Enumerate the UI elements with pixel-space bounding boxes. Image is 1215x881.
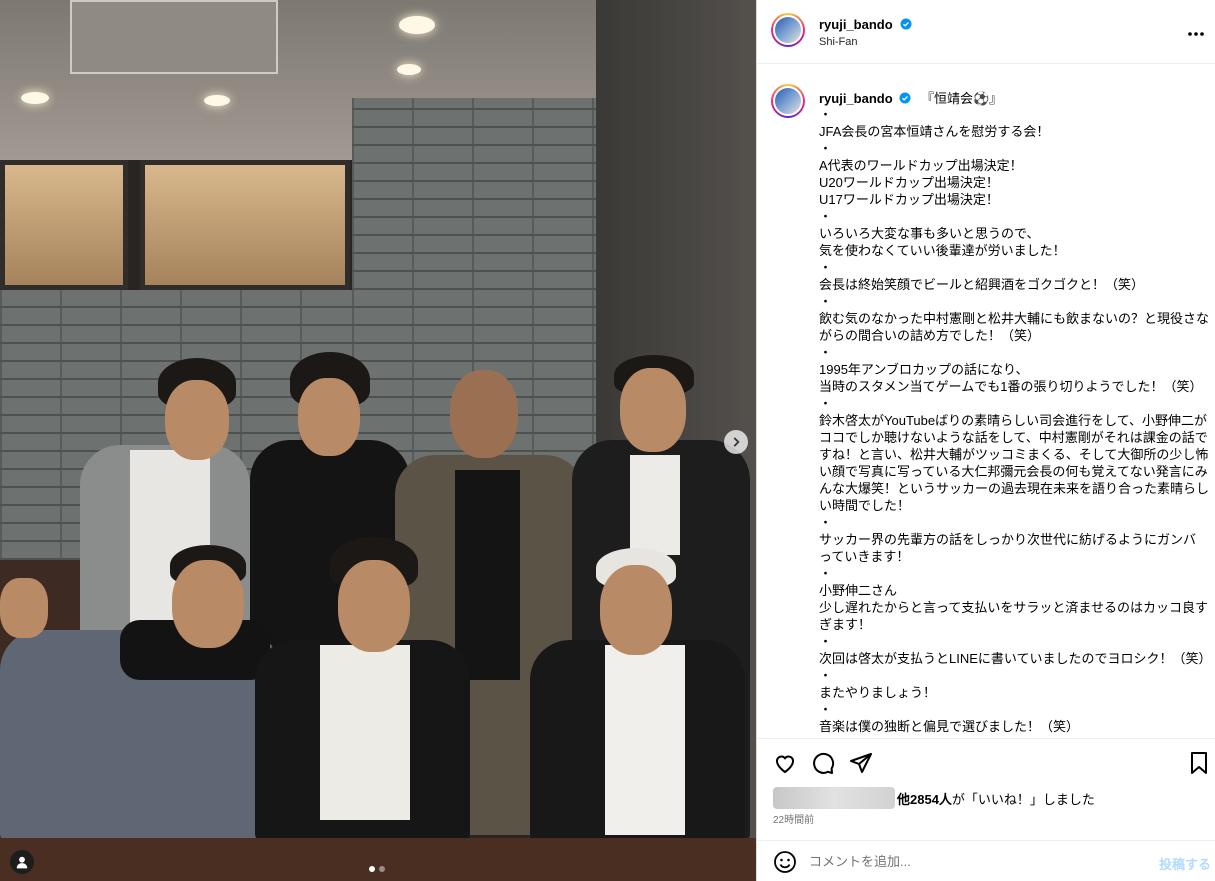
ceiling-light	[21, 92, 49, 104]
action-bar	[757, 738, 1215, 786]
caption-line: ・	[819, 566, 833, 581]
carousel-next-button[interactable]	[724, 430, 748, 454]
chevron-right-icon	[733, 437, 740, 447]
post-photo[interactable]	[0, 0, 756, 881]
window	[140, 160, 350, 290]
carousel-dot	[379, 866, 385, 872]
caption-line: ・	[819, 141, 833, 156]
caption-area: ryuji_bando 『恒靖会⚽』 ・ JFA会長の宮本恒靖さんを慰労する会！・…	[757, 64, 1215, 738]
ceiling-vent	[70, 0, 278, 74]
caption-line: 1995年アンブロカップの話になり、	[819, 362, 1029, 377]
likes-suffix: が「いいね！」しました	[951, 791, 1095, 807]
caption-title: 『恒靖会⚽』	[920, 91, 1003, 106]
carousel-dot	[369, 866, 375, 872]
verified-badge-icon	[900, 18, 912, 30]
header-username-row: ryuji_bando	[819, 16, 912, 34]
caption-line: ・	[819, 668, 833, 683]
heart-icon[interactable]	[773, 751, 797, 775]
caption-avatar[interactable]	[771, 84, 805, 118]
caption-line: 鈴木啓太がYouTubeばりの素晴らしい司会進行をして、小野伸二がココでしか聴け…	[819, 413, 1210, 513]
caption-line: 少し遅れたからと言って支払いをサラッと済ませるのはカッコ良すぎます！	[819, 600, 1208, 632]
location-link[interactable]: Shi-Fan	[819, 36, 858, 48]
username[interactable]: ryuji_bando	[819, 17, 893, 32]
caption-line: ・	[819, 396, 833, 411]
caption-line: 会長は終始笑顔でビールと紹興酒をゴクゴクと！（笑）	[819, 277, 1145, 292]
carousel-dots	[369, 866, 385, 872]
ceiling-light	[204, 95, 230, 106]
more-horizontal-icon	[1188, 32, 1204, 36]
caption-line: またやりましょう！	[819, 685, 937, 700]
verified-badge-icon	[899, 92, 911, 104]
caption-line: 次回は啓太が支払うとLINEに書いていましたのでヨロシク！（笑）	[819, 651, 1212, 666]
caption-line: U17ワールドカップ出場決定！	[819, 192, 999, 207]
caption-line: ・	[819, 345, 833, 360]
emoji-icon[interactable]	[773, 850, 797, 874]
more-options-button[interactable]	[1187, 22, 1205, 40]
caption-line: サッカー界の先輩方の話をしっかり次世代に紡げるようにガンバっていきます！	[819, 532, 1197, 564]
table	[0, 838, 756, 881]
blurred-liker-name	[773, 787, 895, 809]
tagged-users-button[interactable]	[10, 850, 34, 874]
caption-line: ・	[819, 294, 833, 309]
likes-summary[interactable]: 他2854人 が「いいね！」しました	[773, 786, 1095, 810]
caption-text: ・ JFA会長の宮本恒靖さんを慰労する会！ ・ A代表のワールドカップ出場決定！ U20…	[819, 106, 1212, 735]
caption-line: 飲む気のなかった中村憲剛と松井大輔にも飲まないの？と現役さながらの間合いの詰め方…	[819, 311, 1210, 343]
caption-line: ・	[819, 515, 833, 530]
comment-icon[interactable]	[811, 751, 835, 775]
caption-line: U20ワールドカップ出場決定！	[819, 175, 999, 190]
caption-line: ・	[819, 260, 833, 275]
post-header: ryuji_bando Shi-Fan	[757, 0, 1215, 64]
comment-input[interactable]	[809, 849, 1139, 873]
caption-line: ・	[819, 107, 833, 122]
post-comment-button[interactable]: 投稿する	[1159, 854, 1211, 873]
avatar[interactable]	[771, 13, 805, 47]
caption-line: A代表のワールドカップ出場決定！	[819, 158, 1023, 173]
caption-line: JFA会長の宮本恒靖さんを慰労する会！	[819, 124, 1050, 139]
caption-line: 気を使わなくていい後輩達が労いました！	[819, 243, 1066, 258]
ceiling-light	[397, 64, 421, 75]
window	[0, 160, 128, 290]
caption-line: 小野伸二さん	[819, 583, 898, 598]
ceiling-light	[399, 16, 435, 34]
post-panel: ryuji_bando Shi-Fan ryuji_bando 『恒靖会⚽』 ・…	[756, 0, 1215, 881]
caption-line: 音楽は僕の独断と偏見で選びました！（笑）	[819, 719, 1080, 734]
caption-username[interactable]: ryuji_bando	[819, 91, 893, 106]
send-icon[interactable]	[849, 751, 873, 775]
caption-line: ・	[819, 702, 833, 717]
caption-line: 当時のスタメン当てゲームでも1番の張り切りようでした！（笑）	[819, 379, 1203, 394]
caption-line: いろいろ大変な事も多いと思うので、	[819, 226, 1040, 241]
caption-header: ryuji_bando 『恒靖会⚽』	[819, 88, 1002, 107]
caption-line: ・	[819, 209, 833, 224]
user-icon	[16, 856, 28, 869]
bookmark-icon[interactable]	[1187, 751, 1211, 775]
likes-count[interactable]: 他2854人	[897, 789, 952, 808]
comment-bar: 投稿する	[757, 840, 1215, 881]
post-timestamp[interactable]: 22時間前	[773, 811, 814, 826]
caption-line: ・	[819, 634, 833, 649]
